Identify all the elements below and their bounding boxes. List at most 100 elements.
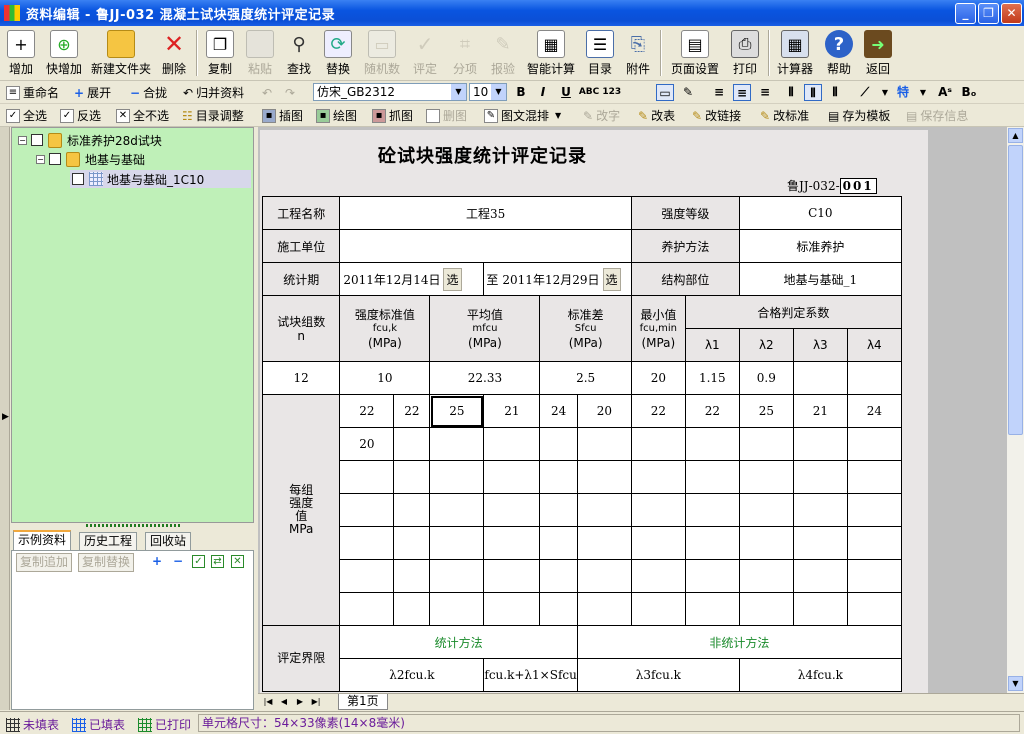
lambda4-value[interactable] <box>846 361 902 395</box>
tab-recycle[interactable]: 回收站 <box>145 532 192 550</box>
modify-table-button[interactable]: ✎ 改表 <box>638 107 675 124</box>
mean-value[interactable]: 22.33 <box>429 361 541 395</box>
strength-cell[interactable] <box>539 460 578 494</box>
doc-number-field[interactable]: 001 <box>839 178 877 194</box>
strength-cell[interactable] <box>792 427 848 461</box>
special-dropdown-icon[interactable]: ▼ <box>914 84 932 101</box>
strength-cell[interactable]: 20 <box>576 394 632 428</box>
strength-cell[interactable]: 25 <box>738 394 794 428</box>
select-all-button[interactable]: ✓ 全选 <box>6 107 47 124</box>
strength-cell[interactable] <box>539 493 578 527</box>
strength-cell[interactable] <box>792 460 848 494</box>
modify-link-button[interactable]: ✎ 改链接 <box>692 107 741 124</box>
lambda3-value[interactable] <box>792 361 848 395</box>
tree-checkbox[interactable] <box>31 134 43 146</box>
brush-icon[interactable]: ✎ <box>679 84 697 101</box>
lambda2-value[interactable]: 0.9 <box>738 361 794 395</box>
calculator-button[interactable]: ▦ 计算器 <box>774 28 816 78</box>
bold-button[interactable]: B <box>512 84 530 101</box>
project-value[interactable]: 工程35 <box>339 196 632 230</box>
find-button[interactable]: ⚲ 查找 <box>283 28 315 78</box>
help-button[interactable]: ? 帮助 <box>822 28 856 78</box>
strength-cell[interactable] <box>576 493 632 527</box>
border-icon[interactable]: ▭ <box>656 84 674 101</box>
part-value[interactable]: 地基与基础_1 <box>738 262 902 296</box>
strength-cell[interactable]: 24 <box>539 394 578 428</box>
contractor-value[interactable] <box>339 229 632 263</box>
rename-button[interactable]: ≡ 重命名 <box>6 84 59 101</box>
strength-cell[interactable] <box>576 460 632 494</box>
merge-button[interactable]: ↶ 归并资料 <box>183 84 244 101</box>
align-center-icon[interactable]: ≡ <box>733 84 751 101</box>
strength-cell[interactable]: 22 <box>339 394 395 428</box>
strength-cell[interactable] <box>684 559 740 593</box>
strength-cell[interactable] <box>576 427 632 461</box>
attachment-button[interactable]: ⎘ 附件 <box>622 28 654 78</box>
strength-cell[interactable] <box>630 493 686 527</box>
last-page-icon[interactable]: ▶| <box>310 696 322 708</box>
strength-cell[interactable] <box>846 493 902 527</box>
invert-select-button[interactable]: ✓ 反选 <box>60 107 101 124</box>
font-size-select[interactable]: 10 ▼ <box>469 83 507 101</box>
first-page-icon[interactable]: |◀ <box>262 696 274 708</box>
delete-image-button[interactable]: 删图 <box>426 107 467 124</box>
strength-cell[interactable] <box>684 493 740 527</box>
adjust-catalog-button[interactable]: ☷ 目录调整 <box>182 107 244 124</box>
capture-button[interactable]: ▪ 抓图 <box>372 107 413 124</box>
copy-append-button[interactable]: 复制追加 <box>16 553 73 572</box>
grade-value[interactable]: C10 <box>738 196 902 230</box>
italic-button[interactable]: I <box>534 84 552 101</box>
strength-cell[interactable] <box>393 559 431 593</box>
strength-cell[interactable] <box>483 526 541 560</box>
strength-cell[interactable] <box>846 526 902 560</box>
strength-cell[interactable] <box>630 526 686 560</box>
uncheck-icon[interactable]: ✕ <box>231 555 244 568</box>
strength-cell[interactable]: 22 <box>684 394 740 428</box>
modify-word-button[interactable]: ✎ 改字 <box>583 107 620 124</box>
tree-node-child[interactable]: − 地基与基础 <box>36 150 145 168</box>
strength-cell[interactable] <box>483 592 541 626</box>
strength-cell[interactable] <box>846 592 902 626</box>
strength-cell[interactable] <box>483 493 541 527</box>
distribute-icon[interactable]: ⦀ <box>782 84 800 101</box>
deselect-all-button[interactable]: ✕ 全不选 <box>116 107 169 124</box>
min-value[interactable]: 20 <box>630 361 686 395</box>
smart-calc-button[interactable]: ▦ 智能计算 <box>526 28 576 78</box>
strength-cell[interactable] <box>792 559 848 593</box>
tab-examples[interactable]: 示例资料 <box>13 530 72 550</box>
tree-node-leaf[interactable]: 地基与基础_1C10 <box>70 170 251 188</box>
delete-button[interactable]: ✕ 删除 <box>158 28 190 78</box>
strength-cell[interactable] <box>429 559 485 593</box>
strength-cell[interactable] <box>684 460 740 494</box>
lambda1-value[interactable]: 1.15 <box>684 361 740 395</box>
strength-cell[interactable] <box>738 592 794 626</box>
strength-cell[interactable] <box>429 592 485 626</box>
line-icon[interactable]: ⟋ <box>856 84 874 101</box>
insert-image-button[interactable]: ▪ 插图 <box>262 107 303 124</box>
strength-cell[interactable] <box>684 427 740 461</box>
strength-cell[interactable] <box>846 427 902 461</box>
special-char-button[interactable]: 特 <box>894 84 912 101</box>
strength-cell[interactable] <box>576 559 632 593</box>
strength-cell[interactable] <box>792 592 848 626</box>
strength-cell[interactable] <box>684 592 740 626</box>
strength-cell[interactable] <box>738 493 794 527</box>
modify-standard-button[interactable]: ✎ 改标准 <box>760 107 809 124</box>
maximize-button[interactable]: ❐ <box>978 3 999 24</box>
save-info-button[interactable]: ▤ 保存信息 <box>906 107 968 124</box>
replace-button[interactable]: ⟳ 替换 <box>321 28 355 78</box>
mixed-layout-button[interactable]: ✎ 图文混排 ▼ <box>484 107 561 124</box>
strength-cell[interactable] <box>684 526 740 560</box>
strength-cell[interactable] <box>429 427 485 461</box>
strength-cell[interactable] <box>393 460 431 494</box>
tree-node-root[interactable]: − 标准养护28d试块 <box>18 131 162 149</box>
strength-cell[interactable] <box>429 493 485 527</box>
stdev-value[interactable]: 2.5 <box>539 361 632 395</box>
copy-replace-button[interactable]: 复制替换 <box>78 553 135 572</box>
strength-cell[interactable]: 21 <box>792 394 848 428</box>
strength-cell[interactable] <box>539 427 578 461</box>
strength-cell[interactable] <box>738 559 794 593</box>
strength-cell[interactable] <box>539 526 578 560</box>
strength-cell[interactable] <box>792 526 848 560</box>
new-folder-button[interactable]: 新建文件夹 <box>88 28 154 78</box>
